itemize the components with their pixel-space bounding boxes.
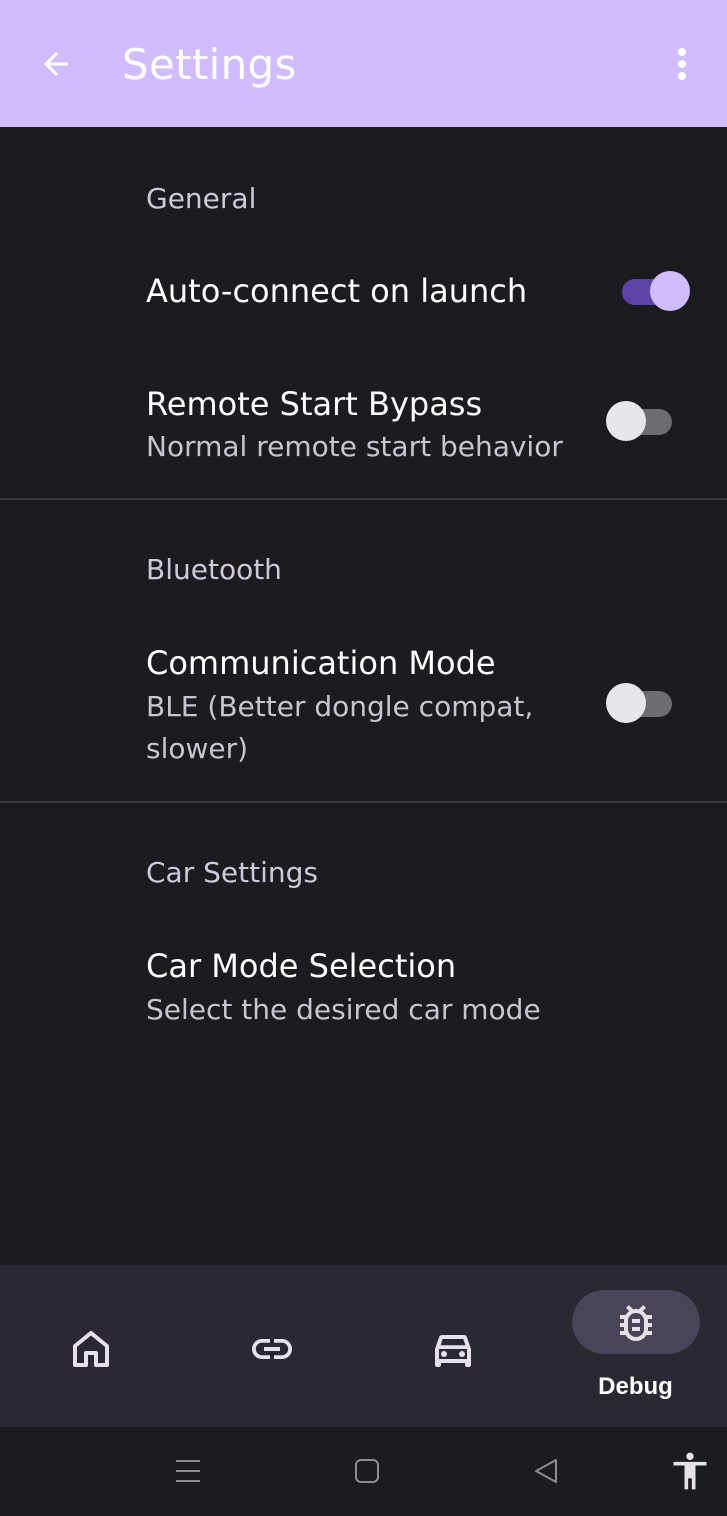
- arrow-left-icon: [44, 52, 68, 76]
- auto-connect-switch[interactable]: [618, 269, 690, 313]
- system-navigation-bar: [0, 1427, 727, 1516]
- nav-label-debug: Debug: [598, 1373, 673, 1400]
- setting-label: Car Mode Selection: [146, 947, 457, 985]
- bug-icon: [619, 1305, 652, 1341]
- remote-start-bypass-switch[interactable]: [606, 399, 676, 443]
- more-vertical-icon: [678, 48, 686, 80]
- setting-summary: BLE (Better dongle compat, slower): [146, 690, 534, 765]
- page-title: Settings: [122, 40, 297, 89]
- home-icon: [72, 1331, 109, 1367]
- nav-item-car[interactable]: [362, 1265, 543, 1427]
- setting-label: Communication Mode: [146, 644, 496, 682]
- setting-label: Remote Start Bypass: [146, 385, 483, 423]
- communication-mode-switch[interactable]: [606, 681, 676, 725]
- section-header-general: General: [146, 182, 257, 215]
- switch-thumb: [650, 271, 690, 311]
- switch-thumb: [606, 401, 646, 441]
- setting-communication-mode[interactable]: Communication Mode BLE (Better dongle co…: [0, 615, 727, 795]
- more-options-button[interactable]: [662, 42, 702, 86]
- section-header-bluetooth: Bluetooth: [146, 553, 282, 586]
- setting-summary: Select the desired car mode: [146, 993, 541, 1026]
- back-button[interactable]: [34, 42, 78, 86]
- nav-active-indicator: [571, 1290, 700, 1354]
- link-icon: [251, 1339, 292, 1359]
- bottom-navigation: Debug: [0, 1265, 727, 1427]
- setting-remote-start-bypass[interactable]: Remote Start Bypass Normal remote start …: [0, 355, 727, 495]
- recents-button[interactable]: [166, 1449, 210, 1493]
- menu-icon: [176, 1460, 200, 1482]
- car-icon: [434, 1335, 471, 1367]
- section-header-car-settings: Car Settings: [146, 856, 318, 889]
- home-system-button[interactable]: [345, 1449, 389, 1493]
- app-bar: Settings: [0, 0, 727, 127]
- home-square-icon: [355, 1459, 379, 1483]
- section-divider: [0, 498, 727, 500]
- setting-auto-connect[interactable]: Auto-connect on launch: [0, 240, 727, 350]
- nav-item-link[interactable]: [181, 1265, 362, 1427]
- setting-summary: Normal remote start behavior: [146, 430, 563, 463]
- back-system-button[interactable]: [524, 1449, 568, 1493]
- setting-car-mode-selection[interactable]: Car Mode Selection Select the desired ca…: [0, 920, 727, 1050]
- nav-item-home[interactable]: [0, 1265, 181, 1427]
- nav-item-debug[interactable]: Debug: [545, 1265, 726, 1427]
- setting-label: Auto-connect on launch: [146, 272, 528, 310]
- back-triangle-icon: [535, 1459, 557, 1483]
- accessibility-button[interactable]: [668, 1449, 712, 1493]
- accessibility-icon: [673, 1452, 707, 1490]
- section-divider: [0, 801, 727, 803]
- switch-thumb: [606, 683, 646, 723]
